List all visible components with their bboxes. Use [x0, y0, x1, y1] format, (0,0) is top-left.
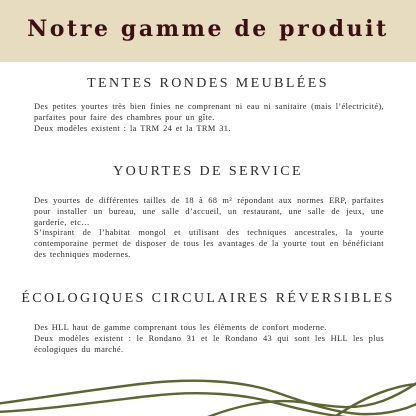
page-title: Notre gamme de produit	[27, 16, 389, 42]
wave-line-4	[333, 382, 416, 416]
paragraph: Des yourtes de différentes tailles de 18…	[34, 196, 384, 227]
decorative-wave-lines	[0, 379, 416, 416]
paragraph: Deux modèles existent : la TRM 24 et la …	[34, 123, 231, 133]
paragraph: Des petites yourtes très bien finies ne …	[34, 102, 384, 122]
section-title-ecologiques: ÉCOLOGIQUES CIRCULAIRES RÉVERSIBLES	[21, 291, 395, 306]
section-body-tentes-rondes: Des petites yourtes très bien finies ne …	[34, 102, 384, 134]
wave-line-1	[0, 379, 416, 416]
section-title-tentes-rondes: TENTES RONDES MEUBLÉES	[87, 76, 329, 91]
section-body-yourtes-service: Des yourtes de différentes tailles de 18…	[34, 196, 384, 261]
paragraph: Des HLL haut de gamme comprenant tous le…	[34, 323, 327, 332]
section-title-yourtes-service: YOURTES DE SERVICE	[113, 164, 303, 179]
paragraph: S’inspirant de l’habitat mongol et utili…	[34, 228, 384, 259]
